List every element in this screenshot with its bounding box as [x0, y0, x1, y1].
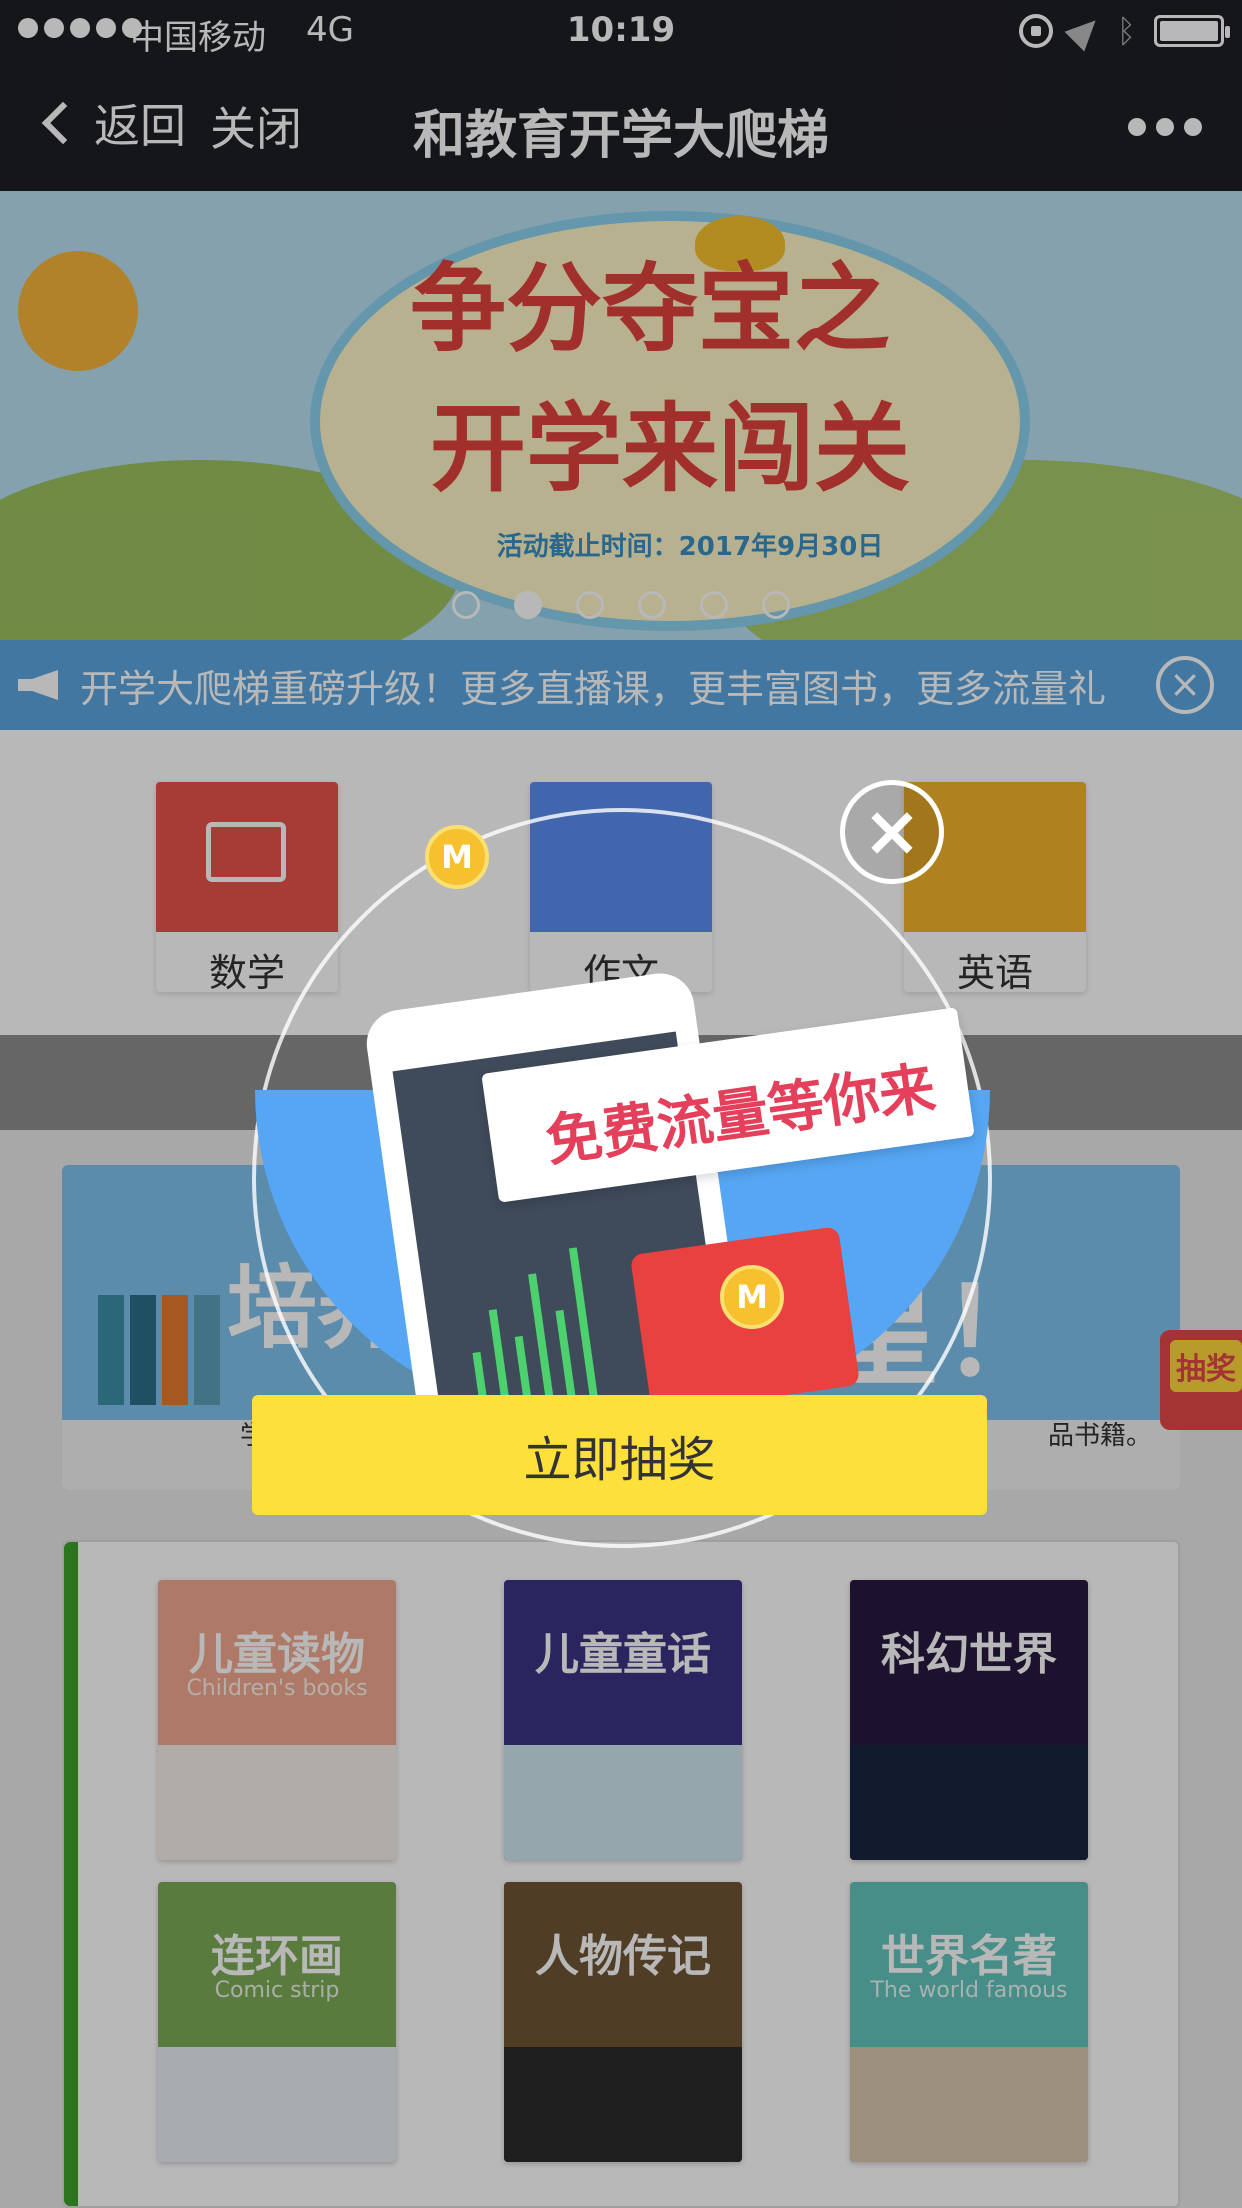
coin-icon: M — [720, 1265, 784, 1329]
coin-icon: M — [425, 825, 489, 889]
draw-lottery-button[interactable]: 立即抽奖 — [252, 1395, 987, 1515]
close-modal-button[interactable]: × — [840, 780, 944, 884]
